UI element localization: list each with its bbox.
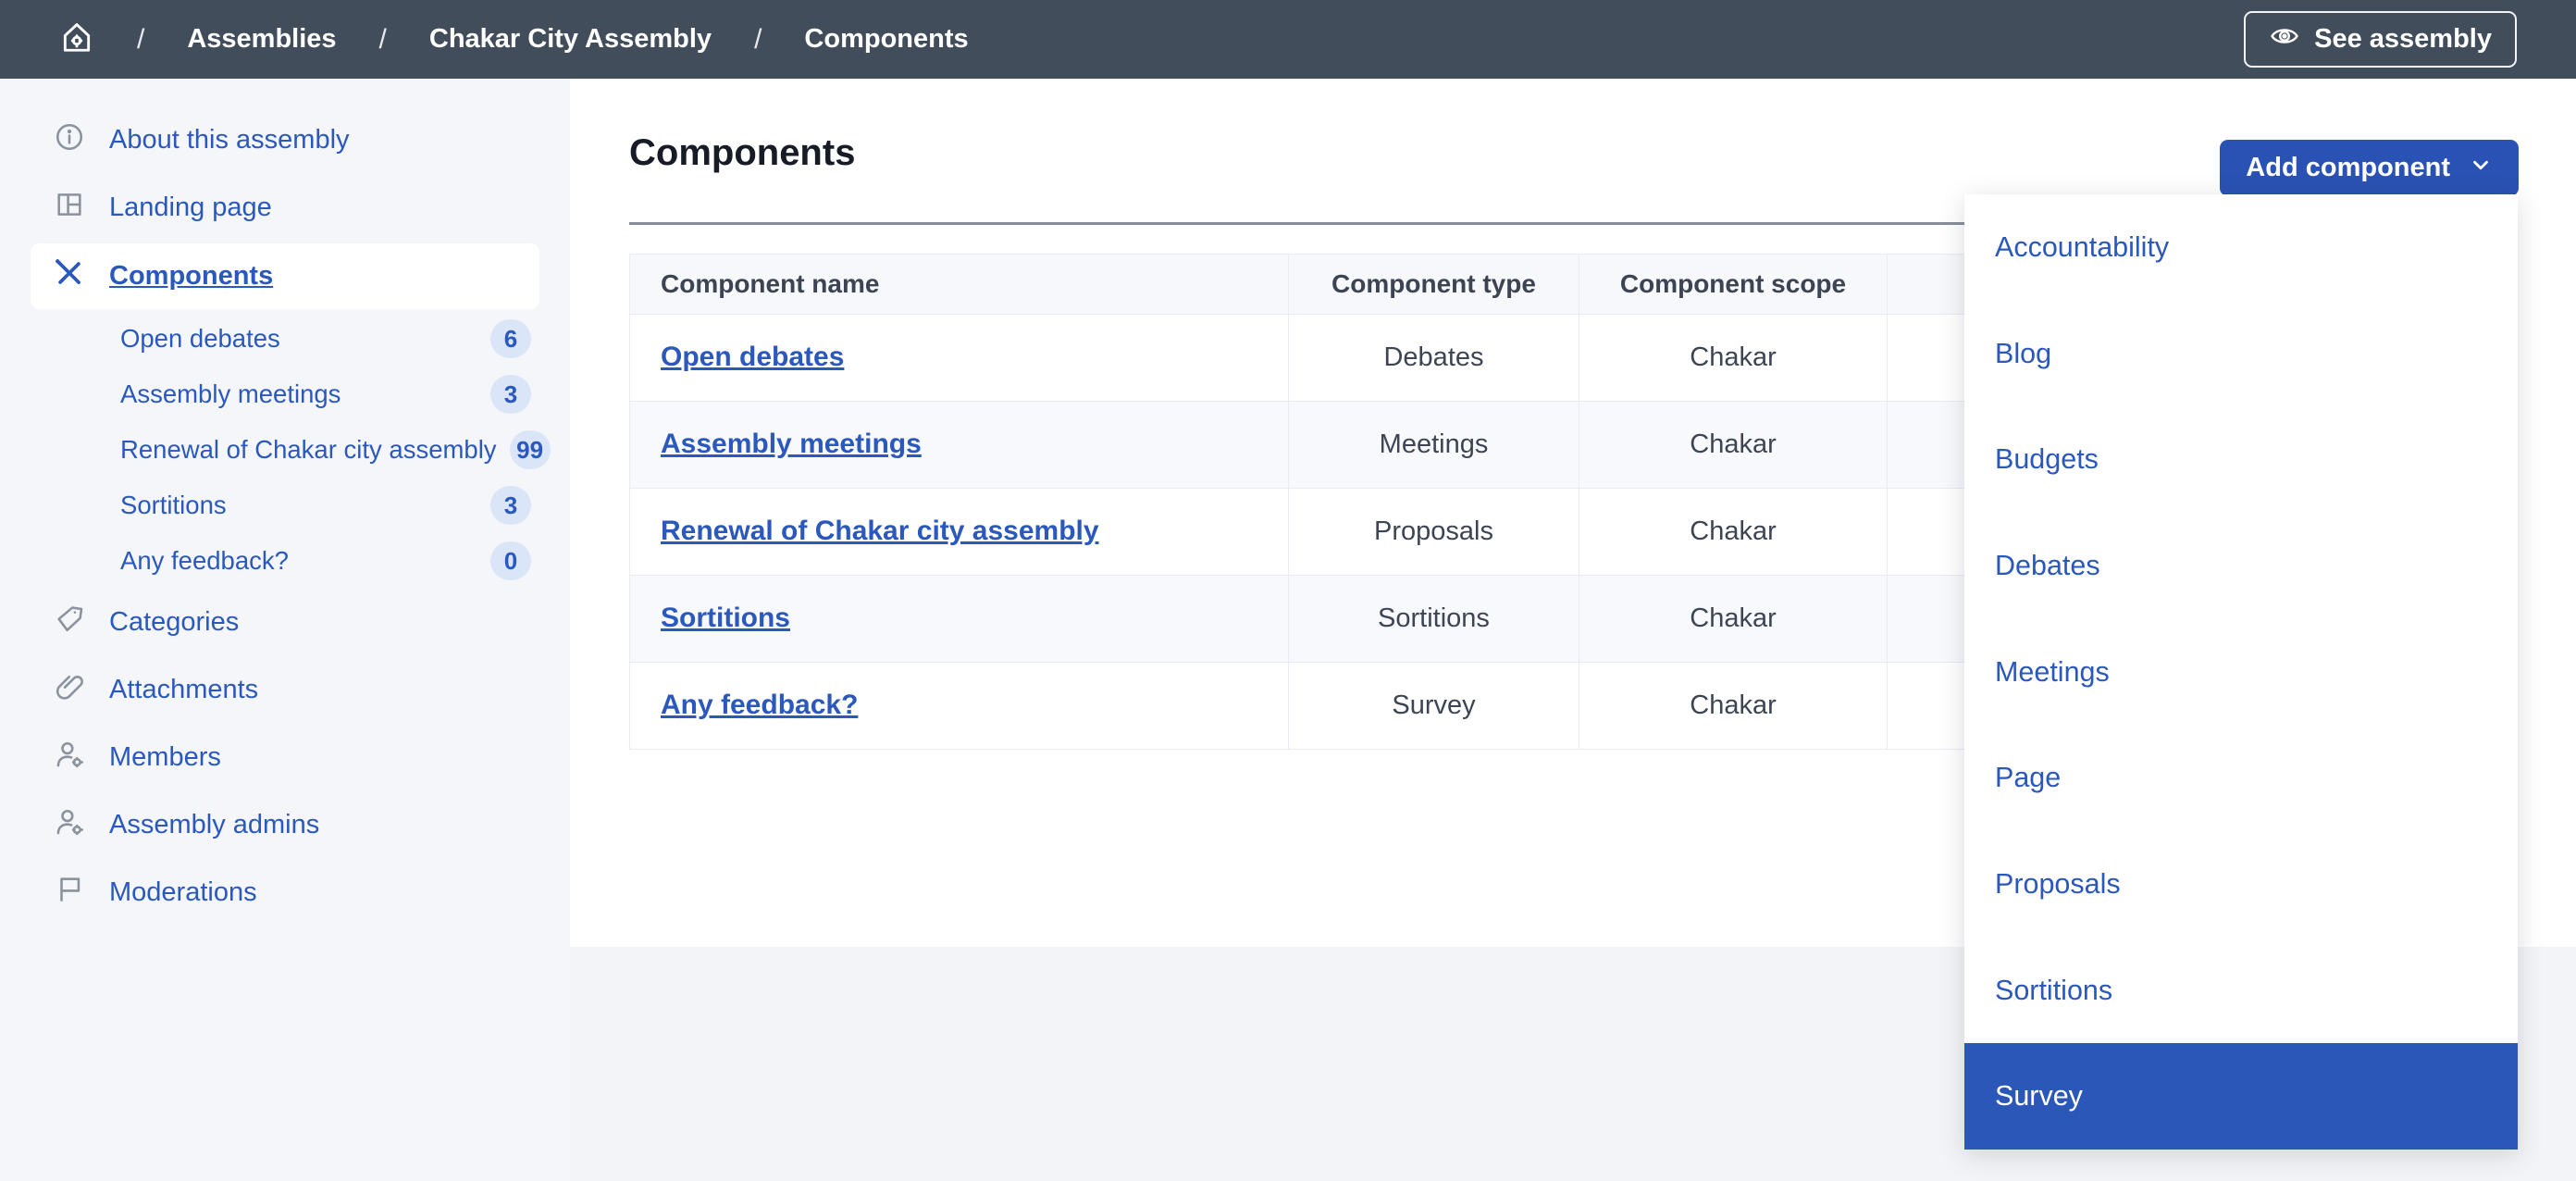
flag-icon [54, 874, 85, 913]
add-component-menu: Accountability Blog Budgets Debates Meet… [1964, 194, 2518, 1150]
add-component-button[interactable]: Add component [2220, 140, 2519, 196]
subitem-label: Renewal of Chakar city assembly [120, 435, 497, 464]
see-assembly-label: See assembly [2314, 24, 2492, 54]
component-scope-cell: Chakar [1579, 574, 1888, 663]
sidebar-subitem-sortitions[interactable]: Sortitions 3 [0, 478, 570, 533]
component-scope-cell: Chakar [1579, 487, 1888, 576]
tag-icon [54, 603, 85, 642]
subitem-label: Open debates [120, 324, 280, 353]
component-scope-cell: Chakar [1579, 313, 1888, 402]
topbar: / Assemblies / Chakar City Assembly / Co… [0, 0, 2576, 79]
sidebar-subitem-assembly-meetings[interactable]: Assembly meetings 3 [0, 367, 570, 422]
menu-item-page[interactable]: Page [1964, 725, 2518, 831]
sidebar-item-members[interactable]: Members [0, 724, 570, 791]
see-assembly-button[interactable]: See assembly [2244, 11, 2517, 68]
component-link-renewal-of-chakar-city-assembly[interactable]: Renewal of Chakar city assembly [661, 516, 1099, 546]
sidebar-subitem-open-debates[interactable]: Open debates 6 [0, 311, 570, 367]
count-badge: 3 [490, 486, 531, 525]
breadcrumb-chakar-city-assembly[interactable]: Chakar City Assembly [429, 24, 712, 55]
sidebar-item-label: Members [109, 742, 221, 772]
menu-item-survey[interactable]: Survey [1964, 1043, 2518, 1150]
home-icon [59, 19, 94, 59]
component-link-sortitions[interactable]: Sortitions [661, 603, 790, 633]
admin-gear-icon [54, 806, 85, 845]
menu-item-meetings[interactable]: Meetings [1964, 619, 2518, 726]
sidebar-item-label: Landing page [109, 193, 272, 222]
menu-item-debates[interactable]: Debates [1964, 513, 2518, 619]
subitem-label: Any feedback? [120, 546, 289, 575]
menu-item-budgets[interactable]: Budgets [1964, 406, 2518, 513]
breadcrumb-separator: / [378, 23, 387, 55]
sidebar-item-landing-page[interactable]: Landing page [0, 174, 570, 242]
landing-page-icon [54, 189, 85, 228]
component-link-open-debates[interactable]: Open debates [661, 342, 844, 372]
info-icon [54, 121, 85, 160]
breadcrumb-separator: / [754, 23, 762, 55]
component-scope-cell: Chakar [1579, 661, 1888, 750]
eye-icon [2269, 20, 2300, 59]
sidebar-item-attachments[interactable]: Attachments [0, 656, 570, 724]
subitem-label: Sortitions [120, 491, 227, 519]
component-type-cell: Survey [1288, 661, 1579, 750]
count-badge: 3 [490, 375, 531, 414]
menu-item-accountability[interactable]: Accountability [1964, 194, 2518, 301]
breadcrumb-home-link[interactable] [59, 19, 94, 59]
component-type-cell: Sortitions [1288, 574, 1579, 663]
sidebar: About this assembly Landing page Compone… [0, 79, 570, 1181]
component-type-cell: Debates [1288, 313, 1579, 402]
count-badge: 0 [490, 541, 531, 580]
add-component-label: Add component [2246, 153, 2450, 182]
component-type-cell: Meetings [1288, 400, 1579, 489]
menu-item-proposals[interactable]: Proposals [1964, 831, 2518, 938]
menu-item-blog[interactable]: Blog [1964, 301, 2518, 407]
sidebar-item-label: Components [109, 261, 274, 291]
sidebar-item-about-this-assembly[interactable]: About this assembly [0, 106, 570, 174]
sidebar-item-assembly-admins[interactable]: Assembly admins [0, 791, 570, 859]
component-type-cell: Proposals [1288, 487, 1579, 576]
paperclip-icon [54, 671, 85, 710]
chevron-down-icon [2469, 153, 2493, 184]
sidebar-item-label: Attachments [109, 675, 259, 704]
sidebar-subitem-any-feedback[interactable]: Any feedback? 0 [0, 533, 570, 589]
sidebar-item-label: Moderations [109, 877, 257, 907]
sidebar-item-categories[interactable]: Categories [0, 589, 570, 656]
column-header-component-type: Component type [1288, 253, 1579, 315]
breadcrumb-assemblies[interactable]: Assemblies [187, 24, 336, 55]
menu-item-sortitions[interactable]: Sortitions [1964, 938, 2518, 1044]
sidebar-item-components[interactable]: Components [31, 243, 539, 309]
breadcrumb-separator: / [137, 23, 145, 55]
column-header-component-scope: Component scope [1579, 253, 1888, 315]
column-header-component-name: Component name [629, 253, 1289, 315]
count-badge: 99 [509, 430, 551, 469]
components-tools-icon [54, 257, 85, 296]
sidebar-item-label: About this assembly [109, 125, 350, 155]
component-scope-cell: Chakar [1579, 400, 1888, 489]
sidebar-item-moderations[interactable]: Moderations [0, 859, 570, 926]
sidebar-item-label: Assembly admins [109, 810, 320, 839]
sidebar-item-label: Categories [109, 607, 240, 637]
count-badge: 6 [490, 319, 531, 358]
component-link-any-feedback[interactable]: Any feedback? [661, 690, 858, 720]
member-gear-icon [54, 739, 85, 777]
component-link-assembly-meetings[interactable]: Assembly meetings [661, 429, 922, 459]
subitem-label: Assembly meetings [120, 379, 341, 408]
sidebar-subitem-renewal-of-chakar-city-assembly[interactable]: Renewal of Chakar city assembly 99 [0, 422, 570, 478]
breadcrumb-components[interactable]: Components [804, 24, 968, 55]
